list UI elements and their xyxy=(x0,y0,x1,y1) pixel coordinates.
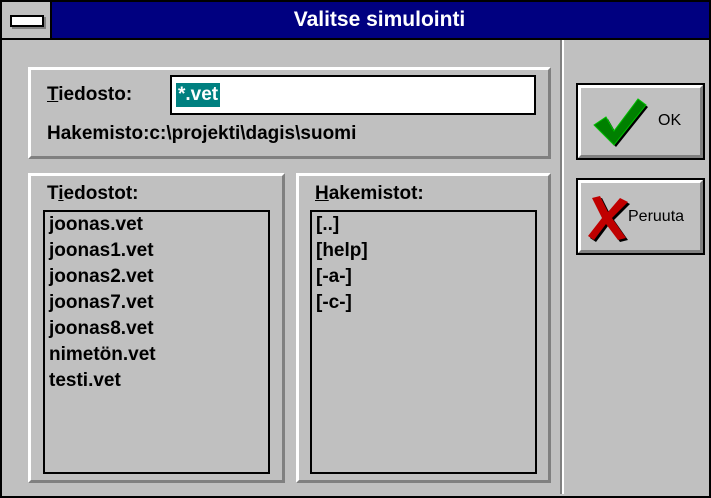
directories-list-label: Hakemistot: xyxy=(315,183,424,205)
window-title: Valitse simulointi xyxy=(293,8,466,31)
files-list-label-text: edostot: xyxy=(63,183,139,204)
files-list-label-prefix: T xyxy=(47,183,59,204)
file-list-item[interactable]: testi.vet xyxy=(45,368,268,394)
files-listbox[interactable]: joonas.vet joonas1.vet joonas2.vet joona… xyxy=(43,210,270,474)
button-area-divider xyxy=(560,40,564,494)
checkmark-icon xyxy=(593,98,648,147)
directories-listbox[interactable]: [..] [help] [-a-] [-c-] xyxy=(310,210,537,474)
file-list-item[interactable]: joonas8.vet xyxy=(45,316,268,342)
title-bar[interactable]: Valitse simulointi xyxy=(2,2,709,40)
cancel-button[interactable]: Peruuta xyxy=(576,178,705,255)
directory-list-item[interactable]: [-a-] xyxy=(312,264,535,290)
directory-list-item[interactable]: [-c-] xyxy=(312,290,535,316)
directory-list-item[interactable]: [help] xyxy=(312,238,535,264)
files-list-label: Tiedostot: xyxy=(47,183,138,205)
system-menu-button[interactable] xyxy=(2,2,52,38)
directory-label: Hakemisto: xyxy=(47,123,150,144)
file-list-item[interactable]: joonas1.vet xyxy=(45,238,268,264)
file-name-label-text: iedosto: xyxy=(58,84,133,105)
cancel-button-label: Peruuta xyxy=(628,208,685,225)
file-list-item[interactable]: nimetön.vet xyxy=(45,342,268,368)
file-name-label-accelerator: T xyxy=(47,84,59,105)
ok-button[interactable]: OK xyxy=(576,83,705,160)
x-mark-icon xyxy=(588,196,630,242)
file-name-input[interactable]: *.vet xyxy=(170,75,536,115)
directory-path-row: Hakemisto:c:\projekti\dagis\suomi xyxy=(47,123,356,145)
ok-button-label: OK xyxy=(658,112,682,129)
file-list-item[interactable]: joonas2.vet xyxy=(45,264,268,290)
file-list-item[interactable]: joonas.vet xyxy=(45,212,268,238)
file-list-item[interactable]: joonas7.vet xyxy=(45,290,268,316)
system-menu-icon xyxy=(10,15,44,27)
directory-path: c:\projekti\dagis\suomi xyxy=(149,123,357,144)
dialog-window: Valitse simulointi Tiedosto: *.vet Hakem… xyxy=(0,0,711,498)
directory-list-item[interactable]: [..] xyxy=(312,212,535,238)
directories-list-label-accelerator: H xyxy=(315,183,329,204)
file-name-input-value: *.vet xyxy=(176,83,221,107)
directories-list-label-text: akemistot: xyxy=(328,183,424,204)
file-name-label: Tiedosto: xyxy=(47,84,132,106)
